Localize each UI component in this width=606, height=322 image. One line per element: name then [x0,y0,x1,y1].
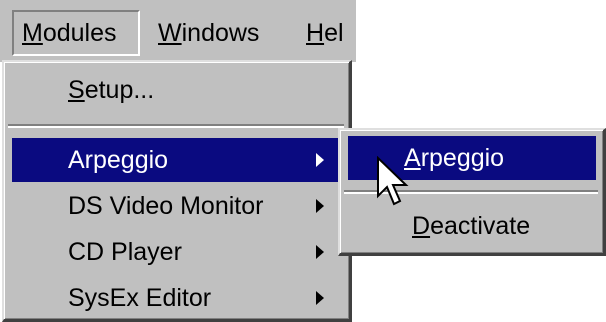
menu-item-arpeggio[interactable]: Arpeggio [12,138,342,182]
submenu-arrow-icon [316,291,324,305]
submenu-item-deactivate[interactable]: Deactivate [348,204,596,248]
submenu-arrow-icon [316,153,324,167]
menu-modules[interactable]: Modules [12,10,140,56]
menu-separator [8,124,344,128]
menu-item-ds-video-monitor[interactable]: DS Video Monitor [12,184,342,228]
menu-help[interactable]: Hel [298,10,352,56]
mouse-pointer-icon [377,156,409,206]
menu-item-setup[interactable]: Setup... [12,68,342,112]
modules-dropdown: Setup... Arpeggio DS Video Monitor CD Pl… [2,60,352,322]
menu-modules-rest: odules [42,19,117,47]
menu-item-sysex-editor[interactable]: SysEx Editor [12,276,342,320]
menu-item-cd-player[interactable]: CD Player [12,230,342,274]
menu-windows[interactable]: Windows [150,10,267,56]
menu-bar: Modules Windows Hel [0,0,356,62]
submenu-arrow-icon [316,199,324,213]
submenu-arrow-icon [316,245,324,259]
